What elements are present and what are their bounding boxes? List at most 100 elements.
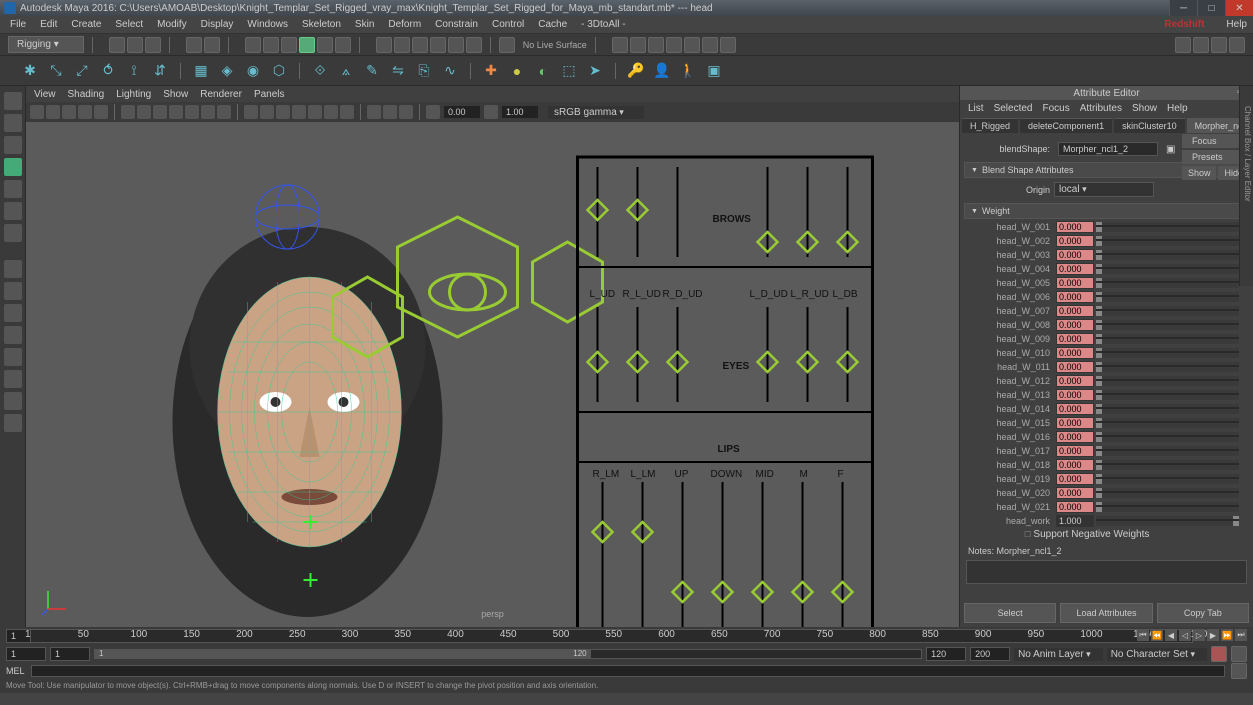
render-icon[interactable]: [630, 37, 646, 53]
vp-xray-joints-icon[interactable]: [399, 105, 413, 119]
constraint-scale-icon[interactable]: ⬚: [559, 61, 579, 81]
ae-menu-show[interactable]: Show: [1132, 103, 1157, 114]
snap-live-icon[interactable]: [448, 37, 464, 53]
live-surface-icon[interactable]: [499, 37, 515, 53]
weight-value-field[interactable]: 0.000: [1056, 347, 1094, 359]
ae-menu-focus[interactable]: Focus: [1042, 103, 1069, 114]
menu-skeleton[interactable]: Skeleton: [296, 17, 347, 32]
vp-wireframe-icon[interactable]: [244, 105, 258, 119]
weight-value-field[interactable]: 0.000: [1056, 291, 1094, 303]
vp-gamma-value[interactable]: 1.00: [502, 106, 538, 118]
notes-field[interactable]: [966, 560, 1247, 584]
ae-tab-0[interactable]: H_Rigged: [962, 118, 1018, 133]
menu-deform[interactable]: Deform: [382, 17, 427, 32]
weight-value-field[interactable]: 0.000: [1056, 445, 1094, 457]
weight-slider[interactable]: [1096, 278, 1239, 288]
constraint-aim-icon[interactable]: ➤: [585, 61, 605, 81]
anim-layer-dropdown[interactable]: No Anim Layer ▾: [1014, 648, 1103, 661]
play-fwd-icon[interactable]: ▷: [1193, 629, 1205, 641]
component-icon[interactable]: [299, 37, 315, 53]
open-scene-icon[interactable]: [127, 37, 143, 53]
vp-film-gate-icon[interactable]: [137, 105, 151, 119]
weight-slider[interactable]: [1096, 236, 1239, 246]
menu-display[interactable]: Display: [195, 17, 240, 32]
constraint-orient-icon[interactable]: ◐: [533, 61, 553, 81]
bind-skin-icon[interactable]: ⟐: [310, 61, 330, 81]
step-fwd-key-icon[interactable]: ⏩: [1221, 629, 1233, 641]
weight-slider[interactable]: [1096, 264, 1239, 274]
range-track[interactable]: 1120: [94, 649, 922, 659]
vp-exposure-icon[interactable]: [426, 105, 440, 119]
vp-smooth-shade-icon[interactable]: [260, 105, 274, 119]
render-settings-icon[interactable]: [666, 37, 682, 53]
vp-gamma-icon[interactable]: [484, 105, 498, 119]
viewport[interactable]: BROWS EYES LIPS L_UD R_L_U: [26, 122, 959, 627]
render-view-icon[interactable]: [720, 37, 736, 53]
weight-slider[interactable]: [1096, 250, 1239, 260]
ae-icon[interactable]: [1211, 37, 1227, 53]
move-tool-icon[interactable]: [4, 158, 22, 176]
detach-skin-icon[interactable]: ⟑: [336, 61, 356, 81]
prefs-icon[interactable]: [1231, 646, 1247, 662]
auto-key-icon[interactable]: [1211, 646, 1227, 662]
smooth-weights-icon[interactable]: ∿: [440, 61, 460, 81]
ae-menu-help[interactable]: Help: [1167, 103, 1188, 114]
custom-layout-icon[interactable]: [4, 414, 22, 432]
menu-redshift[interactable]: Redshift: [1158, 17, 1210, 32]
undo-icon[interactable]: [186, 37, 202, 53]
weight-value-field[interactable]: 0.000: [1056, 263, 1094, 275]
ae-show-button[interactable]: Show: [1182, 166, 1217, 180]
lasso-icon[interactable]: [263, 37, 279, 53]
weight-slider[interactable]: [1096, 292, 1239, 302]
copy-weights-icon[interactable]: ⎘: [414, 61, 434, 81]
section-weight[interactable]: Weight: [964, 203, 1249, 219]
vp-bookmarks-icon[interactable]: [46, 105, 60, 119]
weight-value-field[interactable]: 0.000: [1056, 319, 1094, 331]
hypershade-icon[interactable]: [684, 37, 700, 53]
minimize-button[interactable]: ─: [1169, 0, 1197, 16]
range-start-outer[interactable]: 1: [6, 647, 46, 661]
weight-value-field[interactable]: 0.000: [1056, 249, 1094, 261]
orient-joint-icon[interactable]: ⇵: [150, 61, 170, 81]
constraint-point-icon[interactable]: ●: [507, 61, 527, 81]
vp-color-space[interactable]: sRGB gamma ▾: [548, 106, 644, 119]
weight-slider[interactable]: [1096, 390, 1239, 400]
persp-graph-icon[interactable]: [4, 370, 22, 388]
weight-slider[interactable]: [1096, 516, 1239, 526]
weight-value-field[interactable]: 0.000: [1056, 501, 1094, 513]
step-back-key-icon[interactable]: ⏪: [1151, 629, 1163, 641]
select-tool-icon[interactable]: [4, 92, 22, 110]
vp-exposure-value[interactable]: 0.00: [444, 106, 480, 118]
step-back-icon[interactable]: ◀: [1165, 629, 1177, 641]
weight-slider[interactable]: [1096, 446, 1239, 456]
menu-cache[interactable]: Cache: [532, 17, 573, 32]
vp-gate-mask-icon[interactable]: [169, 105, 183, 119]
weight-slider[interactable]: [1096, 460, 1239, 470]
constraint-parent-icon[interactable]: ✚: [481, 61, 501, 81]
scale-tool-icon[interactable]: [4, 202, 22, 220]
time-slider[interactable]: 1 15010015020025030035040045050055060065…: [0, 627, 1253, 645]
go-start-icon[interactable]: ⏮: [1137, 629, 1149, 641]
weight-value-field[interactable]: 0.000: [1056, 221, 1094, 233]
vp-ao-icon[interactable]: [324, 105, 338, 119]
tool-settings-icon[interactable]: [1229, 37, 1245, 53]
weight-value-field[interactable]: 0.000: [1056, 431, 1094, 443]
weight-slider[interactable]: [1096, 320, 1239, 330]
reroot-icon[interactable]: ⟟: [124, 61, 144, 81]
character-set-dropdown[interactable]: No Character Set ▾: [1107, 648, 1207, 661]
menu-dtoall[interactable]: - 3DtoAll -: [575, 17, 631, 32]
vp-image-plane-icon[interactable]: [62, 105, 76, 119]
lattice-icon[interactable]: ▦: [191, 61, 211, 81]
rotate-tool-icon[interactable]: [4, 180, 22, 198]
vp-safe-title-icon[interactable]: [217, 105, 231, 119]
vp-safe-action-icon[interactable]: [201, 105, 215, 119]
vp-grid-icon[interactable]: [121, 105, 135, 119]
origin-dropdown[interactable]: local ▾: [1054, 182, 1154, 197]
support-negative-weights[interactable]: ☐ Support Negative Weights: [964, 529, 1249, 540]
vp-menu-show[interactable]: Show: [163, 89, 188, 100]
vp-select-camera-icon[interactable]: [30, 105, 44, 119]
maximize-button[interactable]: □: [1197, 0, 1225, 16]
layout-icon[interactable]: [1175, 37, 1191, 53]
new-scene-icon[interactable]: [109, 37, 125, 53]
magnet-icon[interactable]: [466, 37, 482, 53]
